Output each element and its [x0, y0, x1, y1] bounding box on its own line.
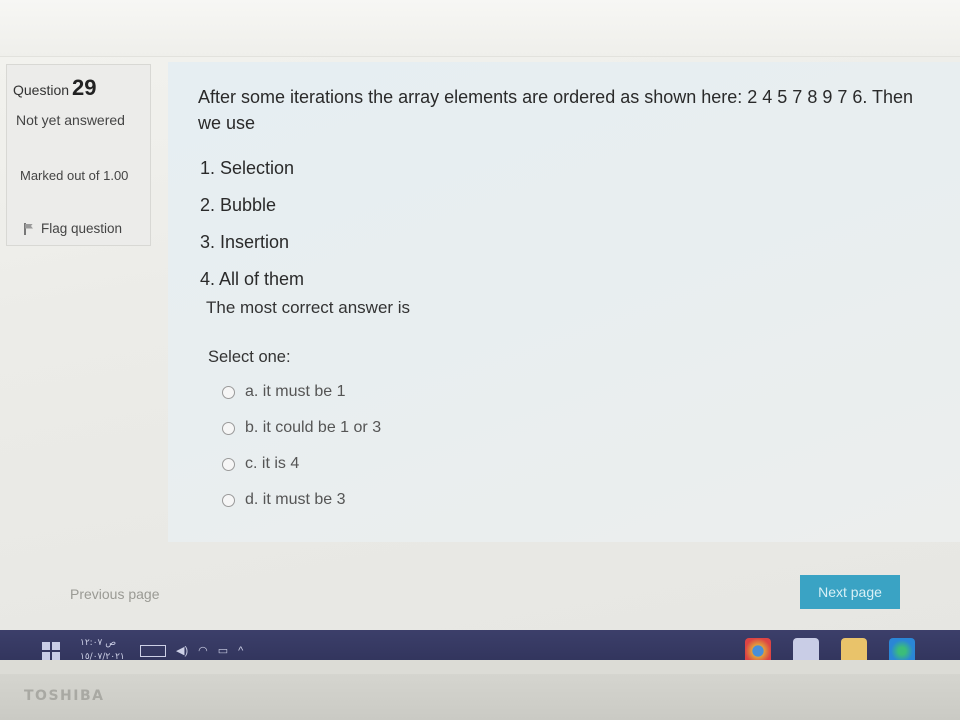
- top-bar: [0, 0, 960, 57]
- edge-icon[interactable]: [889, 638, 915, 660]
- flag-icon: [23, 222, 35, 235]
- answer-label: a. it must be 1: [245, 383, 346, 400]
- chrome-icon[interactable]: [745, 638, 771, 660]
- answer-label: d. it must be 3: [245, 491, 346, 508]
- keyboard-icon[interactable]: [140, 644, 166, 657]
- radio-button[interactable]: [222, 493, 235, 507]
- question-label: Question 29: [13, 75, 97, 101]
- question-info-panel: Question 29 Not yet answered Marked out o…: [6, 64, 151, 246]
- question-word: Question: [13, 82, 70, 98]
- flag-question-link[interactable]: Flag question: [23, 221, 122, 236]
- chevron-up-icon[interactable]: ^: [238, 645, 243, 657]
- brand-logo: TOSHIBA: [24, 688, 105, 704]
- question-options-list: 1. Selection 2. Bubble 3. Insertion 4. A…: [200, 150, 304, 298]
- answer-label: c. it is 4: [245, 455, 300, 472]
- taskbar-clock[interactable]: ص ١٢:٠٧ ١٥/٠٧/٢٠٢١: [80, 636, 125, 660]
- answer-choice-a[interactable]: a. it must be 1: [222, 374, 381, 410]
- select-one-label: Select one:: [208, 348, 291, 366]
- windows-start-icon[interactable]: [42, 642, 60, 660]
- wifi-icon[interactable]: ◠: [198, 644, 208, 657]
- question-grade: Marked out of 1.00: [20, 168, 129, 183]
- speaker-icon[interactable]: ◀): [176, 644, 188, 657]
- question-option: 1. Selection: [200, 158, 295, 178]
- flag-question-label: Flag question: [41, 221, 123, 236]
- system-tray: ◀) ◠ ▭ ^: [140, 644, 243, 657]
- store-icon[interactable]: [793, 638, 819, 660]
- screen: Question 29 Not yet answered Marked out o…: [0, 0, 960, 660]
- question-text: After some iterations the array elements…: [198, 87, 914, 133]
- taskbar: ص ١٢:٠٧ ١٥/٠٧/٢٠٢١ ◀) ◠ ▭ ^: [0, 630, 960, 660]
- answer-choices: a. it must be 1 b. it could be 1 or 3 c.…: [222, 374, 381, 518]
- question-option: 4. All of them: [200, 269, 305, 289]
- radio-button[interactable]: [222, 457, 235, 471]
- answer-choice-b[interactable]: b. it could be 1 or 3: [222, 410, 381, 446]
- answer-label: b. it could be 1 or 3: [245, 419, 382, 436]
- answer-prompt: The most correct answer is: [206, 298, 411, 317]
- question-option: 3. Insertion: [200, 232, 290, 252]
- next-page-button[interactable]: Next page: [800, 575, 900, 609]
- laptop-bezel: TOSHIBA: [0, 674, 960, 720]
- file-explorer-icon[interactable]: [841, 638, 867, 660]
- battery-icon[interactable]: ▭: [218, 644, 228, 657]
- taskbar-apps: [745, 638, 915, 660]
- question-state: Not yet answered: [16, 112, 125, 128]
- radio-button[interactable]: [222, 421, 235, 435]
- question-number: 29: [72, 75, 97, 100]
- question-content: After some iterations the array elements…: [168, 62, 960, 542]
- radio-button[interactable]: [222, 385, 235, 399]
- question-option: 2. Bubble: [200, 195, 277, 215]
- previous-page-button[interactable]: Previous page: [70, 586, 160, 602]
- answer-choice-d[interactable]: d. it must be 3: [222, 482, 381, 518]
- answer-choice-c[interactable]: c. it is 4: [222, 446, 381, 482]
